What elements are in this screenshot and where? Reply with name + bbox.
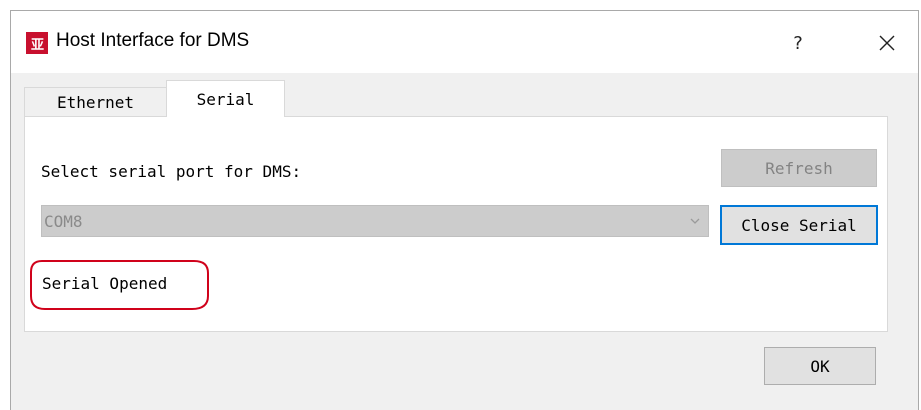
app-logo-icon: 亚 bbox=[26, 32, 48, 54]
serial-port-select[interactable]: COM8 bbox=[41, 205, 709, 237]
tab-ethernet[interactable]: Ethernet bbox=[24, 87, 167, 116]
close-button[interactable] bbox=[867, 27, 907, 59]
chevron-down-icon bbox=[690, 218, 700, 224]
serial-port-value: COM8 bbox=[44, 211, 83, 231]
serial-status-text: Serial Opened bbox=[42, 274, 168, 293]
title-bar[interactable]: 亚 Host Interface for DMS ? bbox=[11, 11, 918, 73]
help-button[interactable]: ? bbox=[781, 27, 815, 59]
close-icon bbox=[879, 35, 895, 51]
refresh-button[interactable]: Refresh bbox=[721, 149, 877, 187]
status-annotation: Serial Opened bbox=[28, 258, 211, 312]
close-serial-button[interactable]: Close Serial bbox=[720, 205, 878, 245]
tab-serial[interactable]: Serial bbox=[166, 80, 285, 117]
serial-port-prompt: Select serial port for DMS: bbox=[41, 162, 302, 181]
window-title: Host Interface for DMS bbox=[56, 30, 250, 51]
ok-button[interactable]: OK bbox=[764, 347, 876, 385]
